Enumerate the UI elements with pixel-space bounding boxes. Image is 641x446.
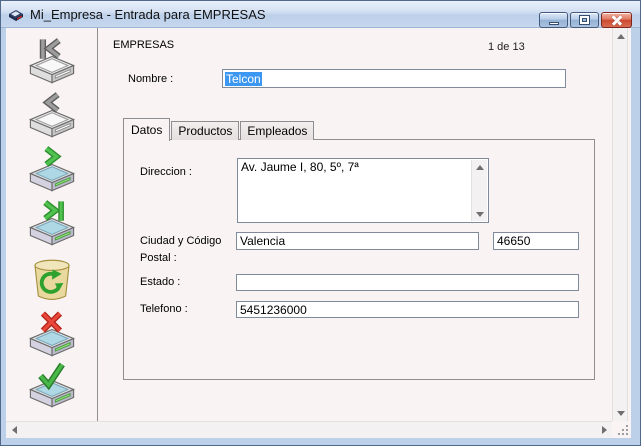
tab-bar: Datos Productos Empleados: [123, 117, 315, 140]
tab-productos[interactable]: Productos: [171, 121, 239, 140]
client-area: EMPRESAS 1 de 13 Nombre : Telcon Datos P…: [6, 28, 631, 438]
ciudad-input[interactable]: [236, 232, 479, 250]
nav-first-icon: [24, 36, 80, 86]
cancel-changes-button[interactable]: [24, 309, 80, 359]
navigator-toolbar: [6, 28, 98, 421]
nav-next-icon: [24, 144, 80, 194]
nombre-selected-text: Telcon: [225, 72, 262, 86]
minimize-button[interactable]: [539, 12, 568, 28]
nombre-label: Nombre :: [128, 73, 173, 85]
delete-record-button[interactable]: [24, 254, 80, 304]
telefono-input[interactable]: [236, 301, 579, 318]
maximize-icon: [580, 16, 589, 24]
window-title: Mi_Empresa - Entrada para EMPRESAS: [30, 7, 266, 22]
last-record-button[interactable]: [24, 198, 80, 248]
estado-label: Estado :: [140, 276, 180, 288]
scroll-left-arrow[interactable]: [6, 422, 22, 438]
scroll-up-arrow[interactable]: [472, 160, 487, 174]
resize-grip[interactable]: [612, 421, 631, 438]
resize-grip-icon: [617, 424, 629, 436]
confirm-check-icon: [24, 360, 80, 410]
maximize-button[interactable]: [570, 12, 599, 28]
app-window: Mi_Empresa - Entrada para EMPRESAS: [0, 0, 641, 446]
datos-tab-panel: Direccion : Av. Jaume I, 80, 5º, 7ª Ciud…: [123, 139, 595, 380]
nav-last-icon: [24, 198, 80, 248]
record-counter: 1 de 13: [488, 41, 525, 53]
telefono-label: Telefono :: [140, 303, 188, 315]
close-button[interactable]: [601, 12, 632, 28]
scroll-down-arrow[interactable]: [613, 405, 629, 421]
vertical-scrollbar[interactable]: [612, 28, 628, 421]
direccion-scrollbar[interactable]: [471, 160, 487, 221]
scroll-right-arrow[interactable]: [596, 422, 612, 438]
next-record-button[interactable]: [24, 144, 80, 194]
estado-input[interactable]: [236, 274, 579, 291]
first-record-button[interactable]: [24, 36, 80, 86]
scroll-down-arrow[interactable]: [472, 207, 487, 221]
minimize-icon: [549, 22, 559, 25]
horizontal-scrollbar[interactable]: [6, 421, 612, 438]
scroll-up-arrow[interactable]: [613, 28, 629, 44]
titlebar: Mi_Empresa - Entrada para EMPRESAS: [1, 1, 640, 28]
codigo-postal-input[interactable]: [493, 232, 579, 250]
tab-datos[interactable]: Datos: [123, 118, 170, 141]
app-icon: [8, 6, 24, 22]
direccion-value: Av. Jaume I, 80, 5º, 7ª: [241, 160, 468, 174]
ciudad-codigo-postal-label: Ciudad y Código Postal :: [140, 233, 240, 267]
confirm-changes-button[interactable]: [24, 360, 80, 410]
close-icon: [611, 15, 623, 25]
direccion-label: Direccion :: [140, 166, 192, 178]
previous-record-button[interactable]: [24, 90, 80, 140]
nav-previous-icon: [24, 90, 80, 140]
entity-title: EMPRESAS: [113, 39, 174, 51]
cancel-x-icon: [24, 309, 80, 359]
nombre-input[interactable]: Telcon: [222, 69, 566, 88]
delete-trash-icon: [24, 254, 80, 304]
direccion-textarea[interactable]: Av. Jaume I, 80, 5º, 7ª: [237, 158, 489, 223]
tab-empleados[interactable]: Empleados: [240, 121, 314, 140]
